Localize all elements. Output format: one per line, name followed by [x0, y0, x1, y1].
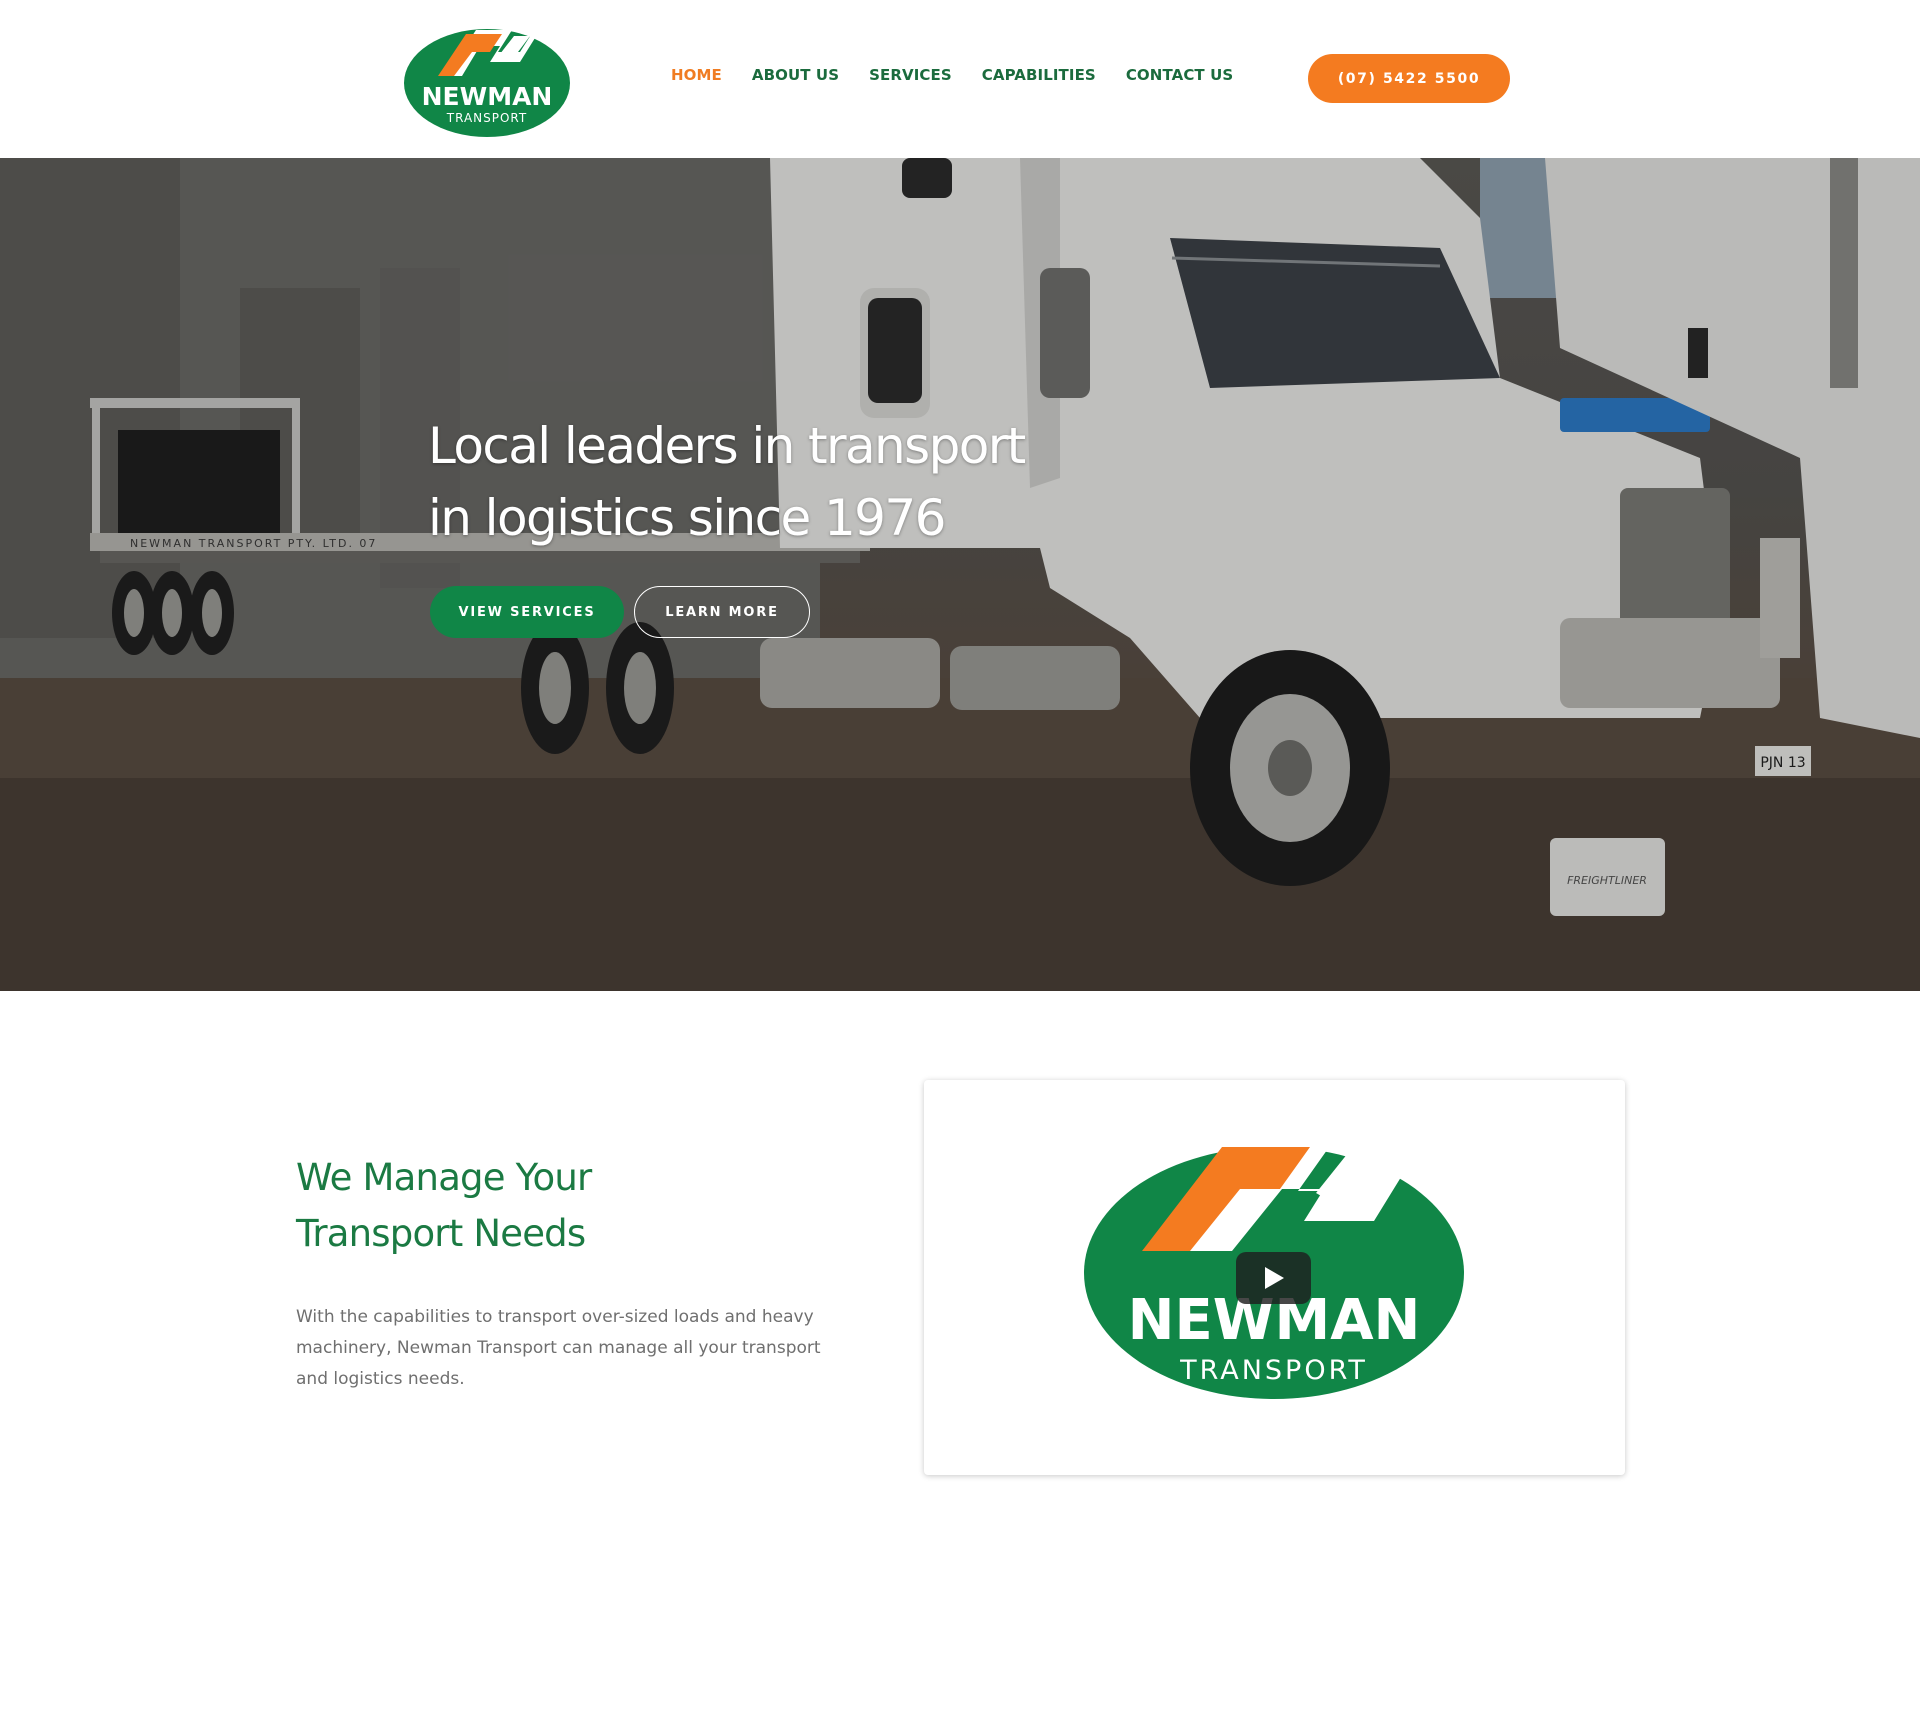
logo-brand-text: NEWMAN: [422, 82, 553, 111]
nav-capabilities[interactable]: CAPABILITIES: [982, 66, 1096, 84]
intro-paragraph: With the capabilities to transport over-…: [296, 1307, 821, 1389]
hero-title-line-1: Local leaders in transport: [428, 417, 1026, 475]
main-nav: HOME ABOUT US SERVICES CAPABILITIES CONT…: [671, 66, 1263, 84]
video-logo-sub: TRANSPORT: [1179, 1355, 1368, 1386]
hero-title: Local leaders in transport in logistics …: [428, 410, 1048, 554]
site-header: NEWMAN TRANSPORT HOME ABOUT US SERVICES …: [0, 0, 1920, 158]
intro-heading-line-2: Transport Needs: [296, 1212, 586, 1255]
nav-home[interactable]: HOME: [671, 66, 722, 84]
hero-title-line-2: in logistics since 1976: [428, 489, 946, 547]
logo-sub-text: TRANSPORT: [446, 111, 527, 125]
intro-heading-line-1: We Manage Your: [296, 1156, 592, 1199]
hero-banner: NEWMAN TRANSPORT PTY. LTD. 07 PJN 13 FRE…: [0, 158, 1920, 991]
newman-logo[interactable]: NEWMAN TRANSPORT: [402, 24, 572, 138]
nav-services[interactable]: SERVICES: [869, 66, 952, 84]
phone-call-button[interactable]: (07) 5422 5500: [1308, 54, 1510, 103]
play-icon: [1264, 1267, 1284, 1289]
nav-about-us[interactable]: ABOUT US: [752, 66, 839, 84]
learn-more-button[interactable]: LEARN MORE: [634, 586, 810, 638]
intro-heading: We Manage Your Transport Needs: [296, 1150, 716, 1262]
video-player[interactable]: NEWMAN TRANSPORT: [924, 1080, 1625, 1475]
hero-dark-overlay: [0, 158, 1920, 991]
play-button[interactable]: [1236, 1252, 1311, 1304]
view-services-button[interactable]: VIEW SERVICES: [430, 586, 624, 638]
nav-contact-us[interactable]: CONTACT US: [1126, 66, 1233, 84]
